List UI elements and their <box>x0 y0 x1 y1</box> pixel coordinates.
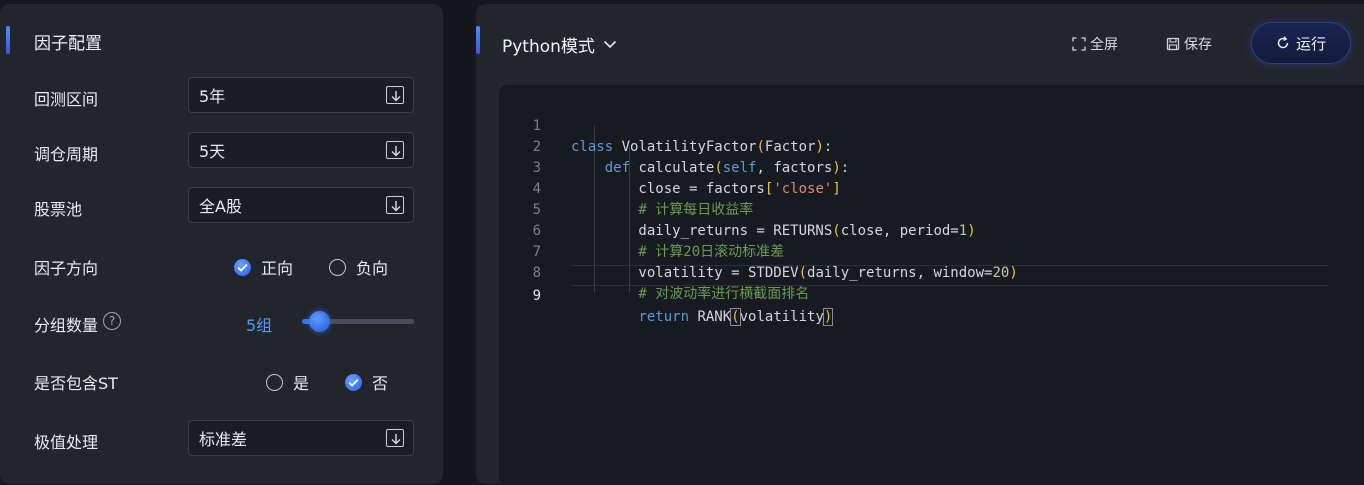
rebalance-period-select[interactable]: 5天 <box>188 132 414 168</box>
radio-unchecked-icon <box>266 373 283 391</box>
outlier-handling-select[interactable]: 标准差 <box>188 420 414 456</box>
dropdown-arrow-icon <box>386 429 404 447</box>
radio-checked-icon <box>345 373 362 391</box>
include-st-yes-radio[interactable]: 是 <box>266 370 309 394</box>
fullscreen-icon <box>1072 37 1086 51</box>
dropdown-arrow-icon <box>386 86 404 104</box>
run-label: 运行 <box>1295 34 1326 53</box>
chevron-down-icon <box>603 40 617 49</box>
help-icon[interactable]: ? <box>103 312 121 330</box>
backtest-range-value: 5年 <box>199 87 226 106</box>
code-comment: # 对波动率进行横截面排名 <box>571 286 810 302</box>
backtest-range-label: 回测区间 <box>34 90 99 109</box>
mode-accent-bar <box>476 26 480 54</box>
code-line: 1 class VolatilityFactor(Factor): <box>499 95 1364 155</box>
run-button[interactable]: 运行 <box>1251 22 1351 64</box>
code-line: 4 # 计算每日收益率 <box>499 158 1364 218</box>
code-line: 3 close = factors['close'] <box>499 137 1364 197</box>
include-st-no-radio[interactable]: 否 <box>345 370 388 394</box>
code-line: 7 volatility = STDDEV(daily_returns, win… <box>499 221 1364 281</box>
code-editor[interactable]: 1 class VolatilityFactor(Factor): 2 def … <box>499 85 1364 485</box>
code-line: 5 daily_returns = RETURNS(close, period=… <box>499 179 1364 239</box>
save-icon <box>1166 37 1180 51</box>
code-line-active: 9 return RANK(volatility) <box>499 265 1364 326</box>
header-accent-bar <box>6 26 10 54</box>
include-st-yes-label: 是 <box>293 374 310 393</box>
radio-checked-icon <box>234 258 251 276</box>
include-st-label: 是否包含ST <box>34 374 118 393</box>
direction-negative-radio[interactable]: 负向 <box>329 255 388 279</box>
factor-config-panel: 因子配置 <box>0 4 443 484</box>
save-label: 保存 <box>1184 37 1212 53</box>
fullscreen-label: 全屏 <box>1090 37 1118 53</box>
code-line: 2 def calculate(self, factors): <box>499 116 1364 176</box>
save-button[interactable]: 保存 <box>1166 34 1212 54</box>
code-line: 6 # 计算20日滚动标准差 <box>499 200 1364 260</box>
direction-positive-label: 正向 <box>261 259 294 278</box>
radio-unchecked-icon <box>329 258 346 276</box>
outlier-handling-value: 标准差 <box>199 430 248 449</box>
stock-pool-value: 全A股 <box>199 197 242 216</box>
code-line: 8 # 对波动率进行横截面排名 <box>499 242 1364 302</box>
code-editor-panel: Python模式 全屏 保存 运行 1 class VolatilityFact… <box>476 4 1364 485</box>
group-count-value: 5组 <box>246 316 273 335</box>
mode-select[interactable]: Python模式 <box>502 32 617 57</box>
rebalance-period-value: 5天 <box>199 142 226 161</box>
rebalance-period-label: 调仓周期 <box>34 145 99 164</box>
stock-pool-label: 股票池 <box>34 200 83 219</box>
refresh-icon <box>1277 36 1289 49</box>
config-title: 因子配置 <box>34 34 102 54</box>
code-text: return RANK(volatility) <box>638 308 834 326</box>
direction-negative-label: 负向 <box>356 259 389 278</box>
group-count-label: 分组数量 <box>34 316 99 335</box>
line-number: 9 <box>532 288 541 304</box>
factor-direction-label: 因子方向 <box>34 259 99 278</box>
group-count-slider[interactable] <box>302 311 414 332</box>
direction-positive-radio[interactable]: 正向 <box>234 255 293 279</box>
fullscreen-button[interactable]: 全屏 <box>1072 34 1118 54</box>
dropdown-arrow-icon <box>386 196 404 214</box>
include-st-no-label: 否 <box>372 374 389 393</box>
stock-pool-select[interactable]: 全A股 <box>188 187 414 223</box>
backtest-range-select[interactable]: 5年 <box>188 77 414 113</box>
dropdown-arrow-icon <box>386 141 404 159</box>
mode-label: Python模式 <box>502 37 595 57</box>
outlier-handling-label: 极值处理 <box>34 433 99 452</box>
